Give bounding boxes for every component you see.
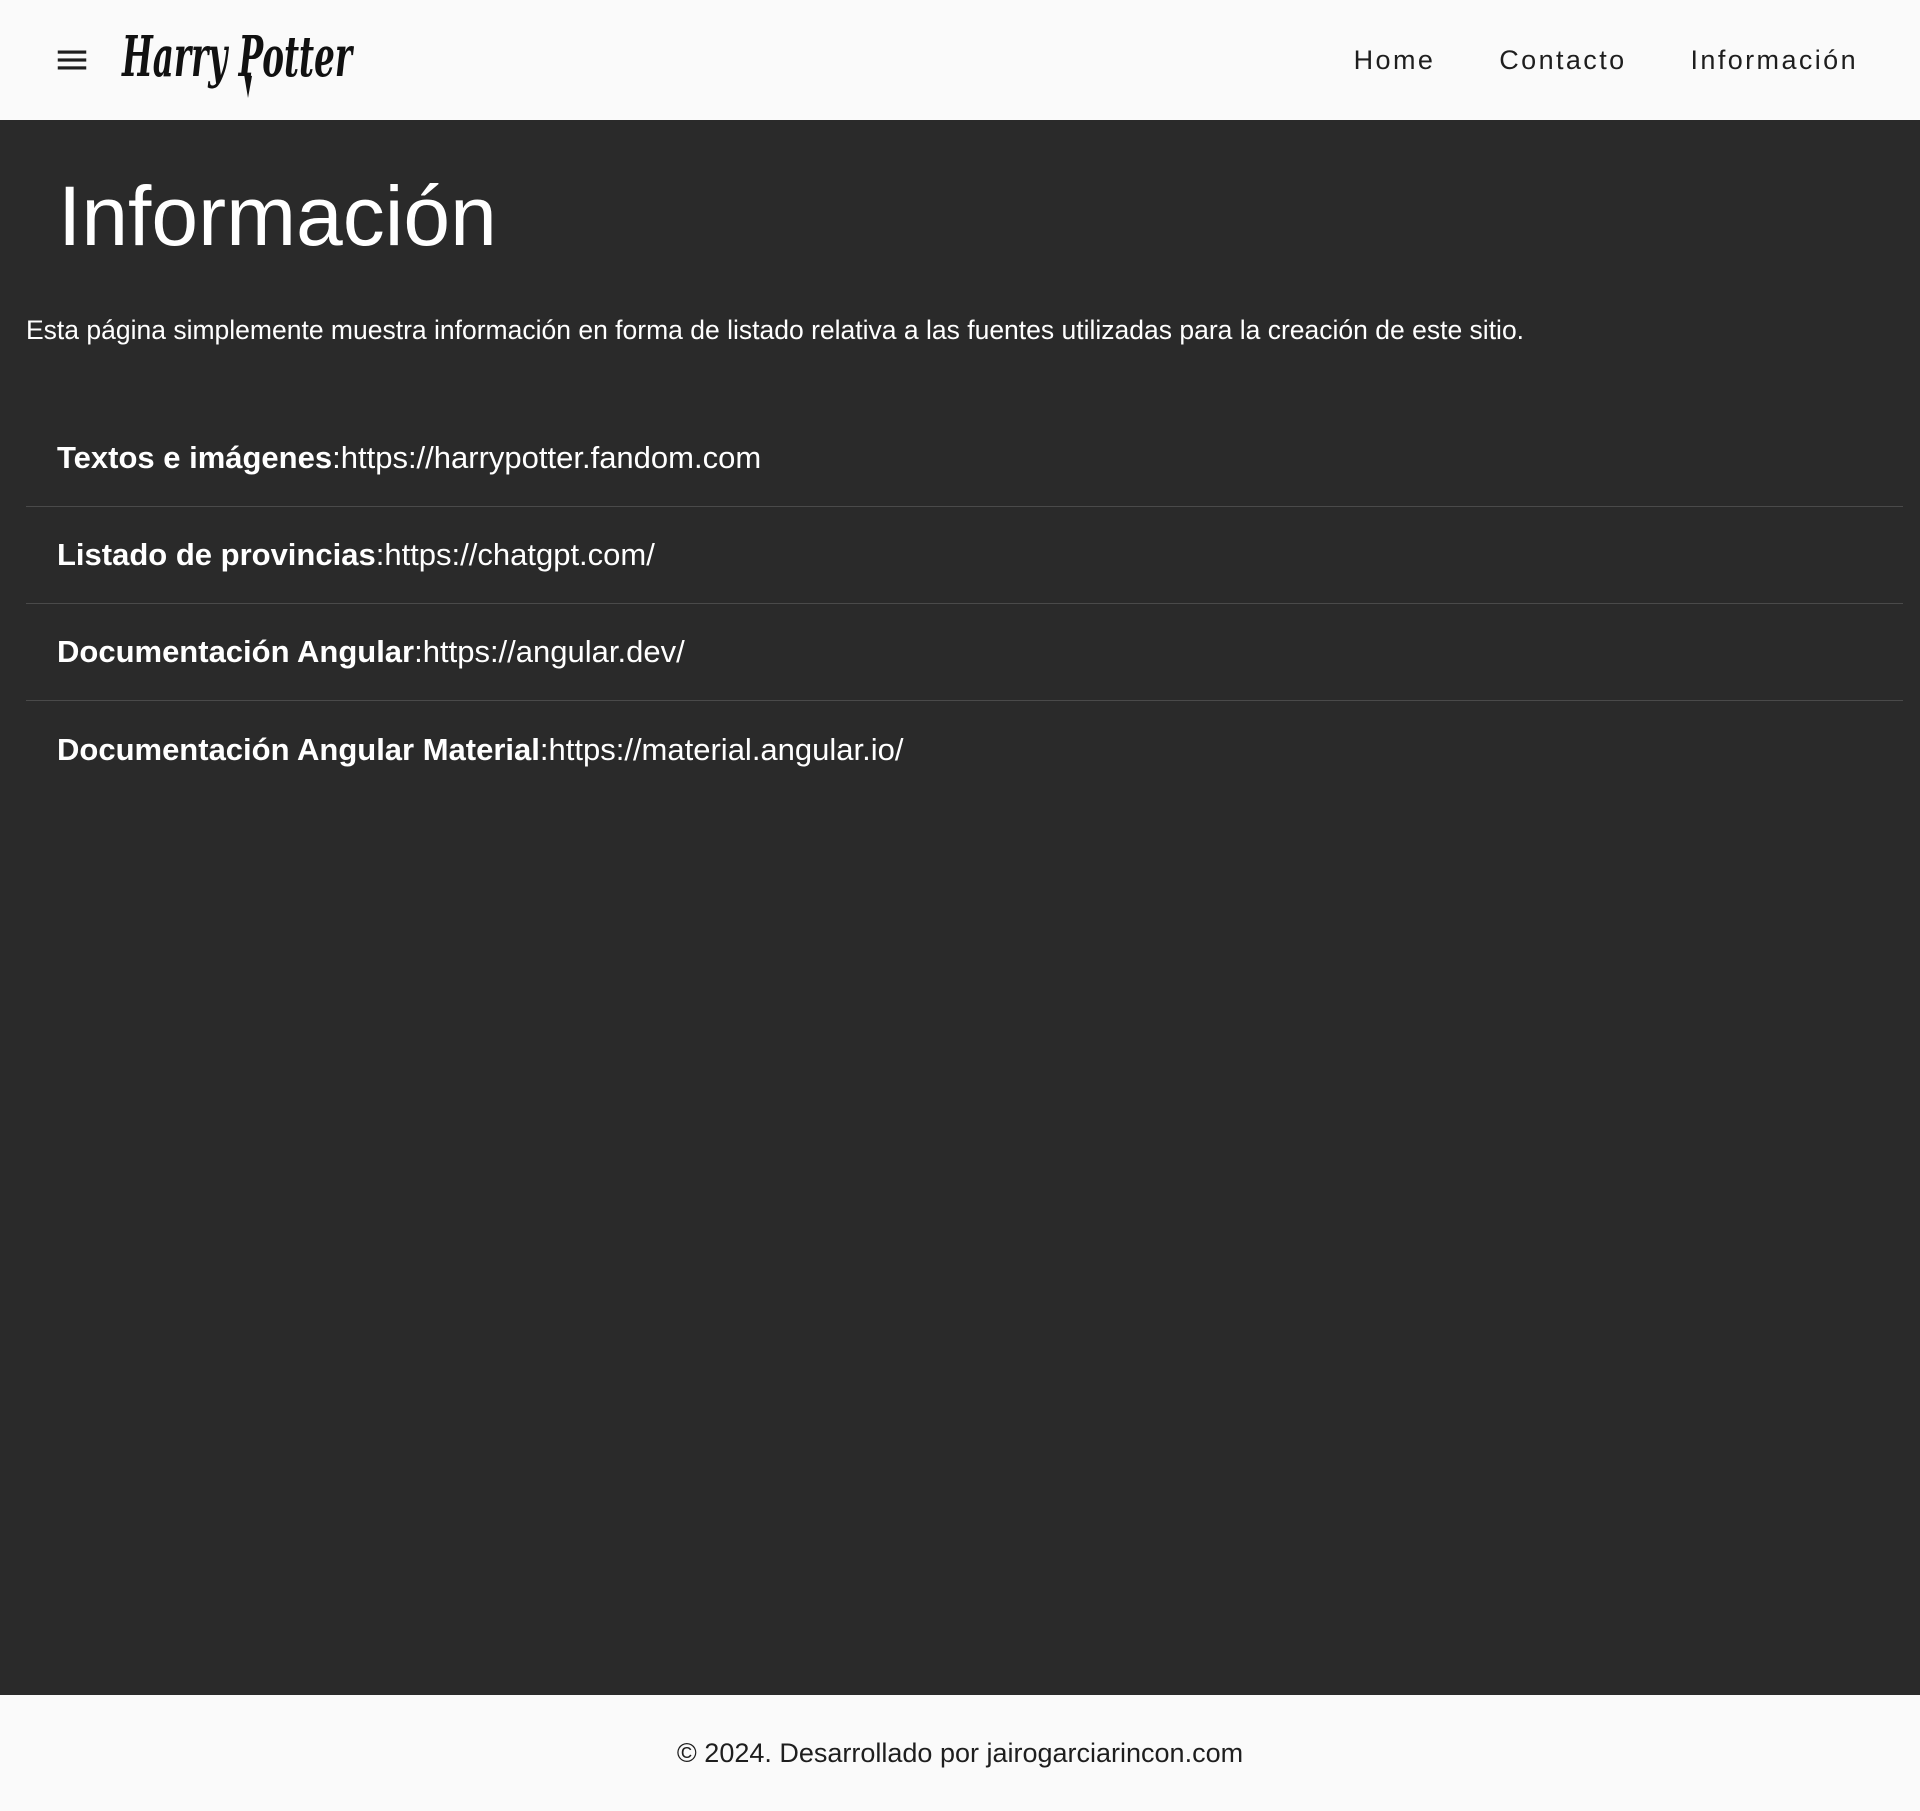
top-toolbar: Harry Potter Home Contacto Información xyxy=(0,0,1920,120)
harry-potter-logo[interactable]: Harry Potter xyxy=(120,14,356,98)
list-item: Documentación Angular: https://angular.d… xyxy=(26,604,1903,701)
sources-list: Textos e imágenes: https://harrypotter.f… xyxy=(26,410,1903,798)
nav-contacto[interactable]: Contacto xyxy=(1467,30,1658,90)
source-url[interactable]: https://chatgpt.com/ xyxy=(384,537,655,573)
source-separator: : xyxy=(414,634,423,669)
footer-text: © 2024. Desarrollado por jairogarciarinc… xyxy=(676,1737,1244,1768)
source-name: Documentación Angular Material xyxy=(57,731,540,767)
source-name: Textos e imágenes xyxy=(57,440,333,475)
page-title: Información xyxy=(58,169,497,263)
list-item: Textos e imágenes: https://harrypotter.f… xyxy=(26,410,1903,507)
intro-text: Esta página simplemente muestra informac… xyxy=(26,315,1525,345)
source-separator: : xyxy=(539,731,549,767)
nav-informacion[interactable]: Información xyxy=(1659,30,1890,90)
menu-icon xyxy=(57,50,87,70)
source-url[interactable]: https://angular.dev/ xyxy=(423,634,685,670)
source-url[interactable]: https://material.angular.io/ xyxy=(549,732,904,768)
main-nav: Home Contacto Información xyxy=(1322,0,1890,120)
source-separator: : xyxy=(332,440,341,475)
logo-image: Harry Potter xyxy=(121,24,354,98)
source-separator: : xyxy=(375,537,385,572)
list-item: Documentación Angular Material: https://… xyxy=(26,701,1903,798)
page-footer: © 2024. Desarrollado por jairogarciarinc… xyxy=(0,1695,1920,1811)
menu-button[interactable] xyxy=(46,34,98,86)
source-name: Listado de provincias xyxy=(57,537,376,572)
list-item: Listado de provincias: https://chatgpt.c… xyxy=(26,507,1903,604)
source-url[interactable]: https://harrypotter.fandom.com xyxy=(341,440,761,476)
main-content: Información Esta página simplemente mues… xyxy=(0,120,1920,1695)
svg-text:Harry Potter: Harry Potter xyxy=(121,24,354,90)
source-name: Documentación Angular xyxy=(57,634,415,669)
nav-home[interactable]: Home xyxy=(1322,30,1468,90)
